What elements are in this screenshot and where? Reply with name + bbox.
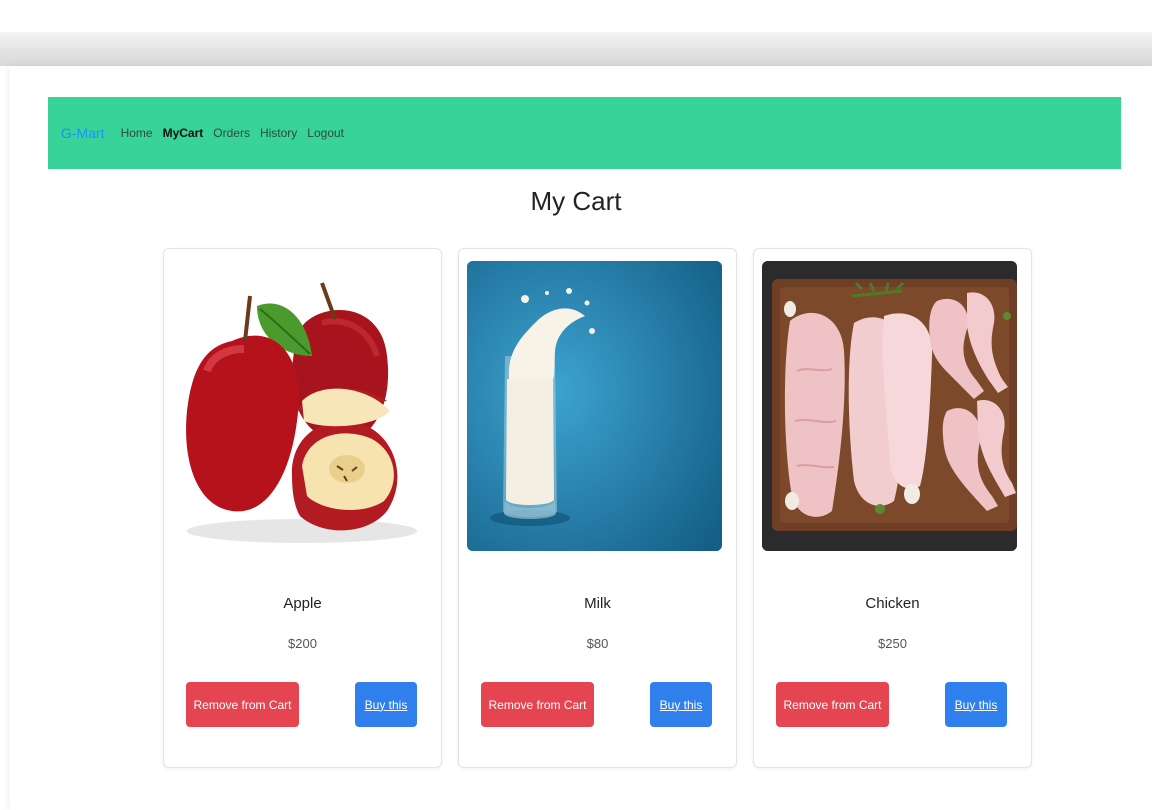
product-card: Chicken $250 Remove from Cart Buy this (753, 248, 1032, 768)
remove-from-cart-button[interactable]: Remove from Cart (776, 682, 889, 727)
product-card: Apple $200 Remove from Cart Buy this (163, 248, 442, 768)
product-price: $80 (586, 636, 609, 651)
brand-link[interactable]: G-Mart (61, 125, 105, 141)
product-price: $200 (288, 636, 317, 651)
remove-from-cart-button[interactable]: Remove from Cart (481, 682, 594, 727)
buy-this-button[interactable]: Buy this (945, 682, 1007, 727)
buy-this-button[interactable]: Buy this (650, 682, 712, 727)
product-price: $250 (878, 636, 907, 651)
product-name: Chicken (865, 595, 920, 612)
buy-this-button[interactable]: Buy this (355, 682, 417, 727)
product-name: Milk (584, 595, 611, 612)
nav-link-home[interactable]: Home (121, 126, 153, 140)
nav-link-history[interactable]: History (260, 126, 297, 140)
navbar: G-Mart Home MyCart Orders History Logout (48, 97, 1121, 169)
product-name: Apple (283, 595, 322, 612)
nav-link-mycart[interactable]: MyCart (163, 126, 204, 140)
browser-top-bar (0, 32, 1152, 66)
remove-from-cart-button[interactable]: Remove from Cart (186, 682, 299, 727)
product-card: Milk $80 Remove from Cart Buy this (458, 248, 737, 768)
milk-image (467, 261, 722, 551)
nav-link-logout[interactable]: Logout (307, 126, 344, 140)
page-title: My Cart (530, 186, 622, 216)
apple-image (172, 261, 427, 551)
nav-link-orders[interactable]: Orders (213, 126, 250, 140)
chicken-image (762, 261, 1017, 551)
